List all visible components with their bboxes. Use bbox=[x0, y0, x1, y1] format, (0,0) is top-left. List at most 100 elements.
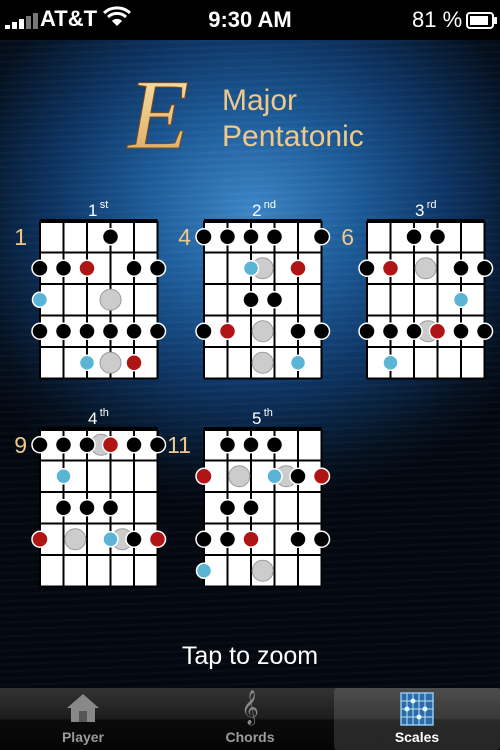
root-note-dot bbox=[242, 530, 260, 548]
note-dot bbox=[78, 436, 96, 454]
note-dot bbox=[452, 259, 470, 277]
highlight-note-dot bbox=[78, 354, 96, 371]
note-dot bbox=[195, 530, 213, 548]
position-suffix: rd bbox=[427, 199, 437, 211]
scale-letter: E bbox=[126, 59, 189, 170]
position-label: 5 bbox=[252, 409, 261, 428]
tab-player-label: Player bbox=[61, 729, 105, 745]
ghost-note-dot bbox=[414, 257, 437, 280]
note-dot bbox=[428, 228, 447, 246]
tab-player[interactable]: Player bbox=[0, 688, 166, 750]
fretboard-diagram[interactable]: 2 nd 4 bbox=[178, 199, 331, 380]
note-dot bbox=[31, 436, 49, 454]
note-dot bbox=[475, 322, 494, 340]
fretboard-diagram[interactable]: 5 th 11 bbox=[167, 407, 331, 588]
note-dot bbox=[54, 499, 73, 517]
fret-number: 1 bbox=[14, 224, 27, 250]
root-note-dot bbox=[312, 467, 331, 485]
note-dot bbox=[78, 322, 96, 340]
position-label: 1 bbox=[88, 201, 97, 220]
position-suffix: th bbox=[100, 407, 109, 419]
note-dot bbox=[405, 228, 423, 246]
highlight-note-dot bbox=[242, 260, 260, 277]
note-dot bbox=[54, 436, 73, 454]
ghost-note-dot bbox=[251, 320, 274, 343]
treble-clef-icon: 𝄞 bbox=[241, 691, 259, 724]
fretboard-icon bbox=[400, 692, 434, 731]
fretboard-diagram[interactable]: 1 st1 bbox=[14, 199, 167, 380]
note-dot bbox=[358, 322, 376, 340]
fret-number: 4 bbox=[178, 224, 191, 250]
tap-to-zoom-hint: Tap to zoom bbox=[181, 642, 319, 670]
note-dot bbox=[31, 322, 49, 340]
highlight-note-dot bbox=[31, 291, 49, 308]
position-label: 4 bbox=[88, 409, 97, 428]
highlight-note-dot bbox=[289, 354, 307, 371]
root-note-dot bbox=[195, 467, 213, 485]
tab-bar: Player 𝄞 Chords Scales bbox=[0, 688, 500, 750]
ghost-note-dot bbox=[99, 288, 122, 311]
scale-name-major: Major bbox=[222, 84, 297, 117]
note-dot bbox=[218, 436, 237, 454]
note-dot bbox=[125, 530, 143, 548]
root-note-dot bbox=[148, 530, 167, 548]
note-dot bbox=[358, 259, 376, 277]
note-dot bbox=[381, 322, 400, 340]
note-dot bbox=[312, 228, 331, 246]
note-dot bbox=[54, 322, 73, 340]
fret-number: 9 bbox=[14, 432, 27, 458]
fretboard-diagram[interactable]: 4 th 9 bbox=[14, 407, 167, 588]
fretboard-diagram[interactable]: 3 rd 6 bbox=[341, 199, 494, 380]
root-note-dot bbox=[31, 530, 49, 548]
note-dot bbox=[195, 322, 213, 340]
note-dot bbox=[289, 322, 307, 340]
house-icon bbox=[65, 692, 101, 729]
note-dot bbox=[125, 259, 143, 277]
note-dot bbox=[218, 530, 237, 548]
ghost-note-dot bbox=[228, 465, 251, 488]
position-label: 3 bbox=[415, 201, 424, 220]
note-dot bbox=[101, 228, 120, 246]
highlight-note-dot bbox=[55, 468, 72, 485]
fret-number: 6 bbox=[341, 224, 354, 250]
note-dot bbox=[242, 291, 260, 309]
note-dot bbox=[289, 467, 307, 485]
highlight-note-dot bbox=[195, 562, 213, 579]
note-dot bbox=[312, 530, 331, 548]
note-dot bbox=[125, 436, 143, 454]
note-dot bbox=[265, 228, 284, 246]
tab-chords-label: Chords bbox=[225, 729, 275, 745]
note-dot bbox=[242, 499, 260, 517]
note-dot bbox=[148, 259, 167, 277]
position-label: 2 bbox=[252, 201, 261, 220]
highlight-note-dot bbox=[382, 354, 399, 371]
note-dot bbox=[242, 436, 260, 454]
position-suffix: st bbox=[100, 199, 109, 211]
note-dot bbox=[101, 499, 120, 517]
ghost-note-dot bbox=[251, 351, 274, 374]
note-dot bbox=[218, 499, 237, 517]
tab-scales-label: Scales bbox=[394, 729, 440, 745]
tab-scales[interactable]: Scales bbox=[334, 688, 500, 750]
root-note-dot bbox=[101, 436, 120, 454]
highlight-note-dot bbox=[452, 291, 470, 308]
note-dot bbox=[289, 530, 307, 548]
tab-chords[interactable]: 𝄞 Chords bbox=[167, 688, 333, 750]
root-note-dot bbox=[428, 322, 447, 340]
scale-name-pentatonic: Pentatonic bbox=[222, 120, 364, 153]
root-note-dot bbox=[125, 354, 143, 372]
note-dot bbox=[218, 228, 237, 246]
fretboard-background bbox=[40, 221, 158, 379]
note-dot bbox=[452, 322, 470, 340]
note-dot bbox=[101, 322, 120, 340]
note-dot bbox=[475, 259, 494, 277]
position-suffix: nd bbox=[264, 199, 276, 211]
root-note-dot bbox=[78, 259, 96, 277]
note-dot bbox=[265, 291, 284, 309]
scale-title: E Major Pentatonic bbox=[126, 59, 364, 171]
root-note-dot bbox=[218, 322, 237, 340]
position-suffix: th bbox=[264, 407, 273, 419]
highlight-note-dot bbox=[266, 468, 283, 485]
ghost-note-dot bbox=[99, 351, 122, 374]
note-dot bbox=[148, 322, 167, 340]
